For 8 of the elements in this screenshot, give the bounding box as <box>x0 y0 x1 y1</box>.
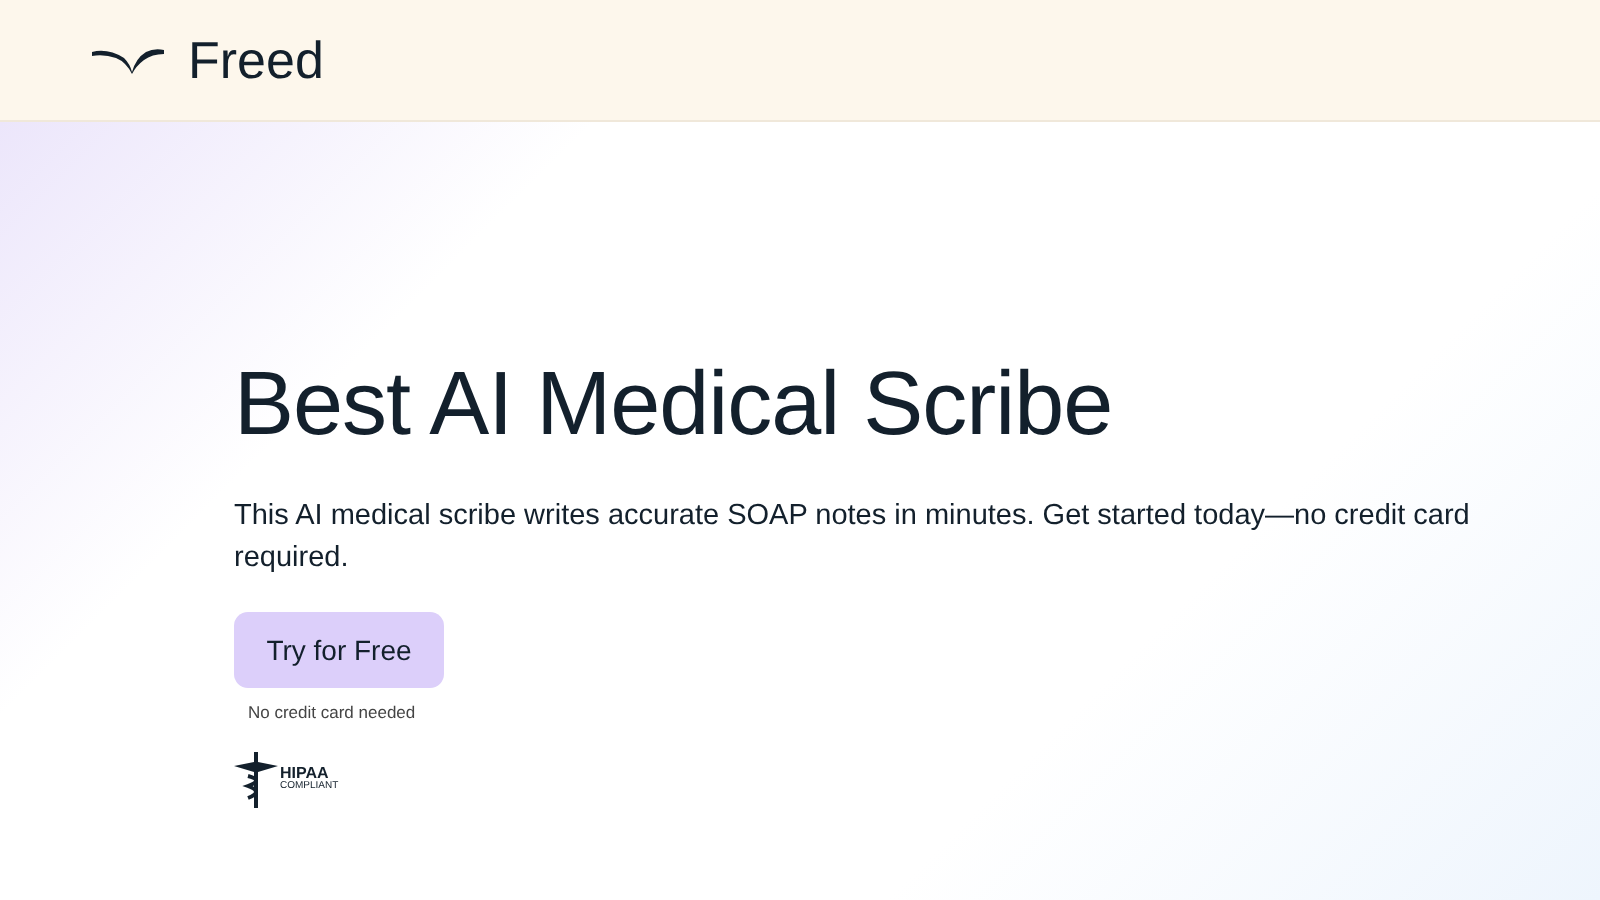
cta-note: No credit card needed <box>248 700 418 726</box>
try-for-free-button[interactable]: Try for Free <box>234 612 444 688</box>
badge-title: HIPAA <box>280 766 329 783</box>
logo-wordmark[interactable]: Freed <box>188 34 324 86</box>
caduceus-icon <box>234 751 278 808</box>
hero-title: Best AI Medical Scribe <box>234 358 1115 448</box>
hero-description: This AI medical scribe writes accurate SOAP notes in minutes. Get started today—no credit card required. <box>234 498 1472 578</box>
bird-logo-icon <box>92 46 164 74</box>
